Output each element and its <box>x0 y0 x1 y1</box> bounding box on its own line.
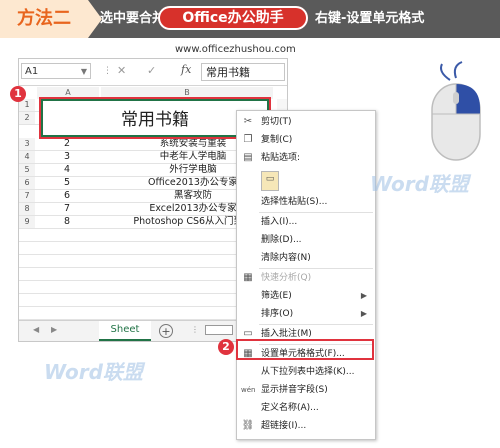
row-number: 6 <box>19 177 35 189</box>
row-number: 7 <box>19 190 35 202</box>
step-badge-2: 2 <box>218 339 234 355</box>
link-icon: ⛓ <box>241 420 255 431</box>
chevron-left-icon[interactable]: ◀ <box>33 325 39 334</box>
chevron-right-icon[interactable]: ▶ <box>51 325 57 334</box>
watermark: Word联盟 <box>370 172 469 196</box>
formula-bar: A1 ▼ ⋮ ✕ ✓ fx 常用书籍 <box>19 59 287 86</box>
cell-a[interactable]: 4 <box>37 164 97 176</box>
banner-text-left: 选中要合并 <box>100 11 166 26</box>
row-number: 4 <box>19 151 35 163</box>
cell-a[interactable]: 5 <box>37 177 97 189</box>
clipboard-icon: ▭ <box>261 171 279 191</box>
cell-a[interactable]: 2 <box>37 138 97 150</box>
menu-item-delete[interactable]: 删除(D)... <box>237 231 375 249</box>
row-number: 3 <box>19 138 35 150</box>
chevron-right-icon: ▶ <box>360 309 367 318</box>
menu-item-clear[interactable]: 清除内容(N) <box>237 249 375 267</box>
cell-a[interactable]: 7 <box>37 203 97 215</box>
menu-item-label: 快速分析(Q) <box>261 273 312 283</box>
menu-item-label: 排序(O) <box>261 309 294 319</box>
cancel-icon[interactable]: ✕ <box>117 64 126 77</box>
row-number: 5 <box>19 164 35 176</box>
chevron-down-icon[interactable]: ▼ <box>81 64 87 80</box>
menu-item-label: 选择性粘贴(S)... <box>261 197 328 207</box>
paste-button[interactable]: ▭ <box>237 169 375 191</box>
menu-item-label: 超链接(I)... <box>261 421 307 431</box>
tab-sheet[interactable]: Sheet <box>99 321 151 341</box>
name-box[interactable]: A1 ▼ <box>21 63 91 79</box>
menu-item-label: 粘贴选项: <box>261 153 301 163</box>
chevron-right-icon: ▶ <box>360 291 367 300</box>
menu-item-phonetic[interactable]: wén 显示拼音字段(S) <box>237 381 375 399</box>
format-cells-highlight <box>236 339 374 360</box>
add-sheet-icon[interactable]: + <box>159 324 173 338</box>
menu-item-label: 显示拼音字段(S) <box>261 385 328 395</box>
step-badge-1: 1 <box>10 86 26 102</box>
context-menu: ✂ 剪切(T) ❐ 复制(C) ▤ 粘贴选项: ▭ 选择性粘贴(S)... 插入(I)… <box>236 110 376 440</box>
menu-item-label: 插入(I)... <box>261 217 298 227</box>
menu-item-paste-special[interactable]: 选择性粘贴(S)... <box>237 193 375 211</box>
banner-text-right: 右键-设置单元格式 <box>315 11 425 26</box>
confirm-icon[interactable]: ✓ <box>147 64 156 77</box>
mouse-icon <box>431 61 481 161</box>
site-logo: Office办公助手 <box>158 6 308 30</box>
menu-item-pick-list[interactable]: 从下拉列表中选择(K)... <box>237 363 375 381</box>
row-number: 2 <box>19 112 35 124</box>
cell-a[interactable]: 6 <box>37 190 97 202</box>
header-banner: 方法二 选中要合并 右键-设置单元格式 Office办公助手 <box>0 0 500 38</box>
menu-item-paste-options: ▤ 粘贴选项: <box>237 149 375 167</box>
menu-item-label: 复制(C) <box>261 135 293 145</box>
menu-item-label: 清除内容(N) <box>261 253 311 263</box>
menu-item-copy[interactable]: ❐ 复制(C) <box>237 131 375 149</box>
row-number: 9 <box>19 216 35 228</box>
menu-item-hyperlink[interactable]: ⛓ 超链接(I)... <box>237 417 375 435</box>
paste-icon: ▤ <box>243 152 253 163</box>
horizontal-scrollbar[interactable] <box>205 325 233 335</box>
menu-item-define-name[interactable]: 定义名称(A)... <box>237 399 375 417</box>
name-box-value: A1 <box>25 66 39 77</box>
menu-item-label: 从下拉列表中选择(K)... <box>261 367 355 377</box>
formula-input[interactable]: 常用书籍 <box>201 63 285 81</box>
menu-item-label: 定义名称(A)... <box>261 403 319 413</box>
separator-icon: ⋮ <box>191 325 199 334</box>
watermark: Word联盟 <box>44 360 143 384</box>
menu-item-cut[interactable]: ✂ 剪切(T) <box>237 113 375 131</box>
menu-item-label: 剪切(T) <box>261 117 292 127</box>
menu-item-label: 删除(D)... <box>261 235 302 245</box>
separator-icon: ⋮ <box>103 66 112 76</box>
cell-a[interactable]: 3 <box>37 151 97 163</box>
method-label: 方法二 <box>0 0 102 38</box>
menu-item-filter[interactable]: 筛选(E) ▶ <box>237 287 375 305</box>
cell-a[interactable]: 8 <box>37 216 97 228</box>
phonetic-icon: wén <box>241 386 256 394</box>
menu-item-sort[interactable]: 排序(O) ▶ <box>237 305 375 323</box>
quick-analysis-icon: ▦ <box>243 272 253 283</box>
row-number: 8 <box>19 203 35 215</box>
scissors-icon: ✂ <box>243 116 253 127</box>
menu-item-insert[interactable]: 插入(I)... <box>237 213 375 231</box>
menu-item-label: 筛选(E) <box>261 291 292 301</box>
copy-icon: ❐ <box>243 134 253 145</box>
site-url: www.officezhushou.com <box>175 44 296 55</box>
menu-item-quick-analysis: ▦ 快速分析(Q) <box>237 269 375 287</box>
insert-function-icon[interactable]: fx <box>181 63 191 76</box>
